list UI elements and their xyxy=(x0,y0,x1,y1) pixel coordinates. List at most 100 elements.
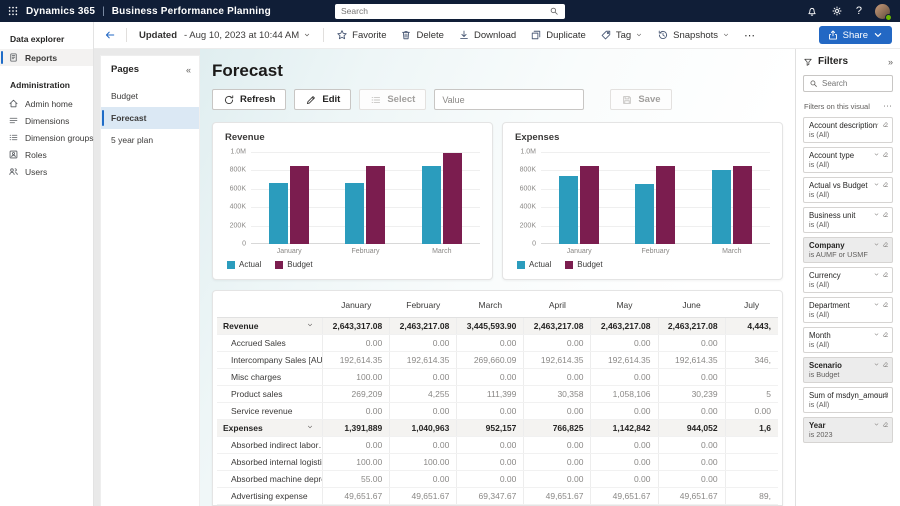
clear-filter-eraser-icon[interactable] xyxy=(882,241,889,248)
chevron-down-icon[interactable] xyxy=(873,241,880,248)
table-row[interactable]: Absorbed internal logisti…100.00100.000.… xyxy=(217,453,778,470)
chevron-down-icon[interactable] xyxy=(873,391,880,398)
filters-collapse-icon[interactable]: » xyxy=(888,57,893,67)
table-row[interactable]: Expenses1,391,8891,040,963952,157766,825… xyxy=(217,419,778,436)
download-button[interactable]: Download xyxy=(452,26,522,44)
table-cell[interactable]: 0.00 xyxy=(725,402,778,419)
table-cell[interactable] xyxy=(725,368,778,385)
table-row[interactable]: Revenue2,643,317.082,463,217.083,445,593… xyxy=(217,317,778,334)
share-button[interactable]: Share xyxy=(819,26,892,44)
table-cell[interactable]: 952,157 xyxy=(457,419,524,436)
table-cell[interactable]: 0.00 xyxy=(591,402,658,419)
column-header-june[interactable]: June xyxy=(658,293,725,317)
table-cell[interactable]: 0.00 xyxy=(591,334,658,351)
sidebar-item-dimensions[interactable]: Dimensions xyxy=(0,112,93,129)
actual-bar[interactable] xyxy=(559,176,578,244)
table-row[interactable]: Product sales269,2094,255111,39930,3581,… xyxy=(217,385,778,402)
budget-bar[interactable] xyxy=(656,166,675,244)
table-cell[interactable]: 0.00 xyxy=(323,436,390,453)
app-name[interactable]: Business Performance Planning xyxy=(112,6,271,17)
chevron-down-icon[interactable] xyxy=(873,331,880,338)
table-cell[interactable]: 49,651.67 xyxy=(591,487,658,504)
chevron-down-icon[interactable] xyxy=(306,321,314,331)
table-row[interactable]: Accrued Sales0.000.000.000.000.000.00 xyxy=(217,334,778,351)
chevron-down-icon[interactable] xyxy=(873,271,880,278)
table-cell[interactable]: 2,463,217.08 xyxy=(591,317,658,334)
budget-bar[interactable] xyxy=(733,166,752,244)
table-cell[interactable]: 0.00 xyxy=(457,368,524,385)
table-cell[interactable]: 269,209 xyxy=(323,385,390,402)
table-cell[interactable]: 30,239 xyxy=(658,385,725,402)
table-cell[interactable]: 192,614.35 xyxy=(390,351,457,368)
filter-card-business-unit[interactable]: Business unitis (All) xyxy=(803,207,893,233)
sidebar-item-roles[interactable]: Roles xyxy=(0,146,93,163)
actual-bar[interactable] xyxy=(422,166,441,244)
table-cell[interactable]: 49,651.67 xyxy=(323,487,390,504)
table-cell[interactable] xyxy=(725,334,778,351)
budget-bar[interactable] xyxy=(443,153,462,244)
table-cell[interactable]: 0.00 xyxy=(457,402,524,419)
table-cell[interactable]: 1,142,842 xyxy=(591,419,658,436)
table-cell[interactable]: 69,347.67 xyxy=(457,487,524,504)
clear-filter-eraser-icon[interactable] xyxy=(882,391,889,398)
clear-filter-eraser-icon[interactable] xyxy=(882,421,889,428)
table-cell[interactable]: 0.00 xyxy=(591,470,658,487)
table-cell[interactable] xyxy=(725,453,778,470)
column-header-february[interactable]: February xyxy=(390,293,457,317)
clear-filter-eraser-icon[interactable] xyxy=(882,151,889,158)
column-header-january[interactable]: January xyxy=(323,293,390,317)
more-actions-ellipsis-icon[interactable]: ⋯ xyxy=(738,29,761,42)
page-item-budget[interactable]: Budget xyxy=(101,85,199,107)
table-cell[interactable]: 0.00 xyxy=(591,436,658,453)
back-button[interactable] xyxy=(100,26,120,44)
table-cell[interactable]: 0.00 xyxy=(457,436,524,453)
filters-section-more-icon[interactable]: ⋯ xyxy=(883,101,892,112)
revenue-chart[interactable]: Revenue1.0M800K600K400K200K0JanuaryFebru… xyxy=(212,122,493,280)
table-cell[interactable]: 100.00 xyxy=(323,453,390,470)
clear-filter-eraser-icon[interactable] xyxy=(882,181,889,188)
row-label[interactable]: Revenue xyxy=(217,317,323,334)
row-label[interactable]: Expenses xyxy=(217,419,323,436)
chevron-down-icon[interactable] xyxy=(873,121,880,128)
table-cell[interactable]: 0.00 xyxy=(390,402,457,419)
clear-filter-eraser-icon[interactable] xyxy=(882,211,889,218)
table-cell[interactable]: 0.00 xyxy=(323,402,390,419)
table-row[interactable]: Absorbed machine depre…55.000.000.000.00… xyxy=(217,470,778,487)
table-cell[interactable]: 2,643,317.08 xyxy=(323,317,390,334)
table-cell[interactable]: 0.00 xyxy=(658,453,725,470)
filter-card-account-type[interactable]: Account typeis (All) xyxy=(803,147,893,173)
expenses-chart[interactable]: Expenses1.0M800K600K400K200K0JanuaryFebr… xyxy=(502,122,783,280)
table-cell[interactable]: 192,614.35 xyxy=(658,351,725,368)
table-cell[interactable]: 1,6 xyxy=(725,419,778,436)
table-cell[interactable]: 0.00 xyxy=(658,402,725,419)
table-cell[interactable]: 49,651.67 xyxy=(658,487,725,504)
table-cell[interactable]: 1,058,106 xyxy=(591,385,658,402)
table-cell[interactable]: 2,463,217.08 xyxy=(658,317,725,334)
chevron-down-icon[interactable] xyxy=(873,301,880,308)
filter-card-year[interactable]: Yearis 2023 xyxy=(803,417,893,443)
table-cell[interactable]: 0.00 xyxy=(658,470,725,487)
chevron-down-icon[interactable] xyxy=(873,181,880,188)
table-cell[interactable]: 49,651.67 xyxy=(390,487,457,504)
tag-button[interactable]: Tag xyxy=(594,26,649,44)
table-cell[interactable]: 89, xyxy=(725,487,778,504)
table-row[interactable]: Misc charges100.000.000.000.000.000.00 xyxy=(217,368,778,385)
delete-button[interactable]: Delete xyxy=(394,26,449,44)
clear-filter-eraser-icon[interactable] xyxy=(882,121,889,128)
chevron-down-icon[interactable] xyxy=(873,211,880,218)
table-cell[interactable]: 192,614.35 xyxy=(591,351,658,368)
pages-collapse-icon[interactable]: « xyxy=(186,65,191,75)
clear-filter-eraser-icon[interactable] xyxy=(882,361,889,368)
table-cell[interactable]: 0.00 xyxy=(524,453,591,470)
column-header-july[interactable]: July xyxy=(725,293,778,317)
table-cell[interactable]: 0.00 xyxy=(591,368,658,385)
sidebar-item-reports[interactable]: Reports xyxy=(0,49,93,66)
table-cell[interactable] xyxy=(725,470,778,487)
filter-card-scenario[interactable]: Scenariois Budget xyxy=(803,357,893,383)
chevron-down-icon[interactable] xyxy=(873,151,880,158)
table-cell[interactable]: 1,391,889 xyxy=(323,419,390,436)
table-cell[interactable]: 0.00 xyxy=(390,470,457,487)
table-cell[interactable]: 1,040,963 xyxy=(390,419,457,436)
global-search-input[interactable] xyxy=(341,6,549,16)
budget-bar[interactable] xyxy=(290,166,309,244)
